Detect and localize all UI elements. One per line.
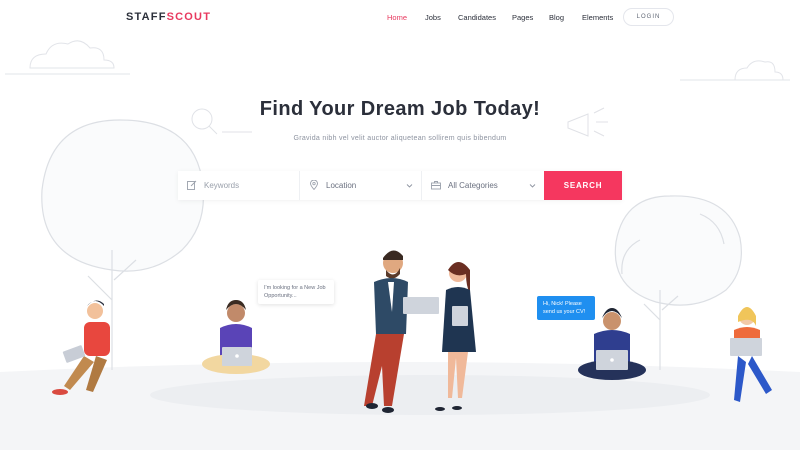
category-select[interactable]: All Categories bbox=[422, 171, 544, 200]
nav-item-pages[interactable]: Pages bbox=[512, 13, 533, 22]
keywords-field[interactable] bbox=[178, 171, 300, 200]
chevron-down-icon bbox=[529, 184, 536, 188]
nav-item-home[interactable]: Home bbox=[387, 13, 407, 22]
top-navbar: STAFFSCOUT Home Jobs Candidates Pages Bl… bbox=[0, 0, 800, 36]
speech-bubble-left: I'm looking for a New Job Opportunity... bbox=[258, 280, 334, 304]
briefcase-icon bbox=[431, 181, 441, 190]
nav-item-elements[interactable]: Elements bbox=[582, 13, 613, 22]
location-pin-icon bbox=[310, 180, 318, 190]
edit-icon bbox=[187, 180, 197, 190]
hero-title: Find Your Dream Job Today! bbox=[259, 98, 541, 120]
brand-logo[interactable]: STAFFSCOUT bbox=[126, 11, 211, 23]
nav-item-jobs[interactable]: Jobs bbox=[425, 13, 441, 22]
login-button[interactable]: LOGIN bbox=[623, 8, 674, 26]
location-select[interactable]: Location bbox=[300, 171, 422, 200]
search-button[interactable]: SEARCH bbox=[544, 171, 622, 200]
hero-subtitle: Gravida nibh vel velit auctor aliquetean… bbox=[293, 135, 507, 142]
hero-illustration bbox=[0, 40, 800, 450]
chevron-down-icon bbox=[406, 184, 413, 188]
nav-item-candidates[interactable]: Candidates bbox=[458, 13, 496, 22]
nav-item-blog[interactable]: Blog bbox=[549, 13, 564, 22]
job-search-bar: Location All Categories SEARCH bbox=[178, 171, 622, 200]
speech-bubble-right: Hi, Nick! Please send us your CV! bbox=[537, 296, 595, 320]
